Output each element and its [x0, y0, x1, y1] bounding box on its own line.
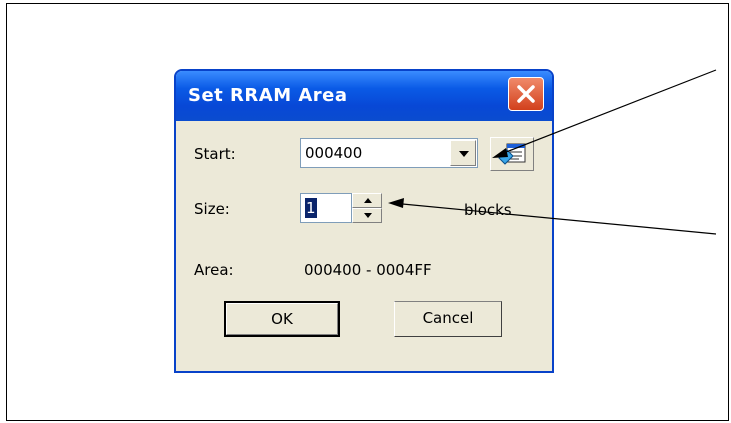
cancel-label: Cancel — [422, 309, 474, 327]
start-value[interactable]: 000400 — [305, 144, 362, 162]
ok-button[interactable]: OK — [224, 301, 340, 337]
start-label: Start: — [194, 145, 236, 163]
ok-label: OK — [271, 310, 293, 328]
area-label: Area: — [194, 261, 234, 279]
close-icon — [517, 85, 535, 103]
size-label: Size: — [194, 200, 230, 218]
browse-symbol-button[interactable] — [490, 137, 534, 171]
size-spin-down-button[interactable] — [352, 208, 382, 223]
size-spinner[interactable] — [352, 193, 382, 223]
size-spin-up-button[interactable] — [352, 193, 382, 208]
spin-up-icon — [364, 198, 372, 203]
close-button[interactable] — [508, 77, 544, 111]
start-combobox[interactable]: 000400 — [300, 138, 478, 168]
area-value: 000400 - 0004FF — [304, 261, 432, 279]
set-rram-area-dialog: Set RRAM Area Start: 000400 Size: 1 bloc… — [174, 69, 554, 373]
spin-down-icon — [364, 213, 372, 218]
dialog-title: Set RRAM Area — [188, 85, 348, 106]
chevron-down-icon — [459, 151, 469, 157]
start-dropdown-button[interactable] — [450, 140, 476, 166]
symbol-browser-icon — [498, 143, 526, 165]
size-value[interactable]: 1 — [305, 198, 317, 218]
size-input[interactable]: 1 — [300, 193, 352, 223]
cancel-button[interactable]: Cancel — [394, 301, 502, 337]
title-bar: Set RRAM Area — [176, 71, 552, 121]
blocks-label: blocks — [464, 201, 512, 219]
